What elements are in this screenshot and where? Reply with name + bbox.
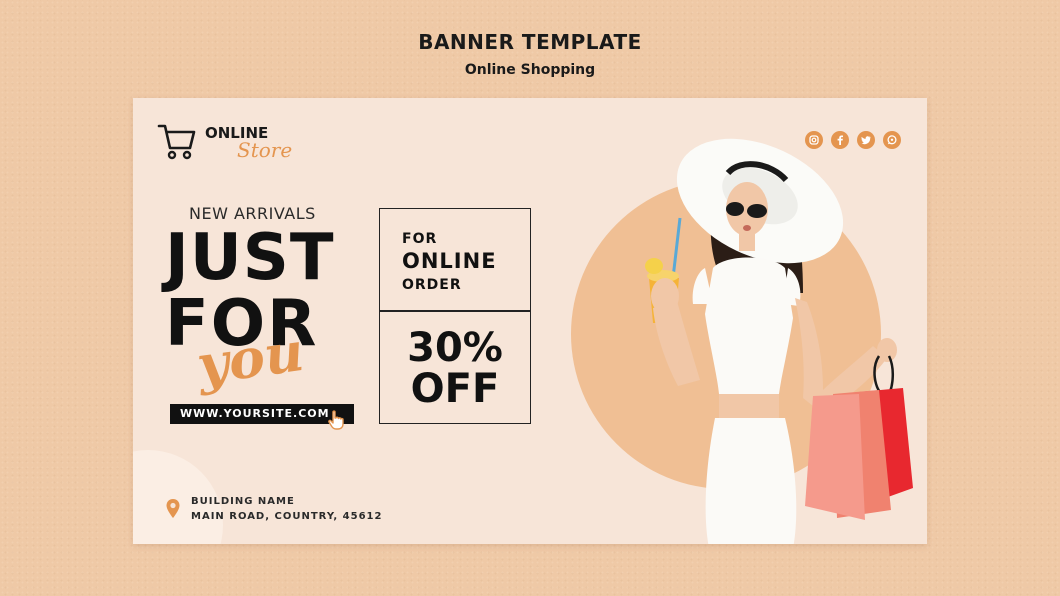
promo-for: FOR xyxy=(402,231,438,247)
shopping-cart-icon xyxy=(157,124,196,160)
promo-online: ONLINE xyxy=(402,249,497,273)
logo-text-store: Store xyxy=(237,138,293,162)
page-header: BANNER TEMPLATE Online Shopping xyxy=(0,30,1060,78)
headline-script-you: you xyxy=(193,318,308,398)
headline-just: JUST xyxy=(165,221,335,295)
address-line-1: BUILDING NAME xyxy=(191,496,295,507)
address-line-2: MAIN ROAD, COUNTRY, 45612 xyxy=(191,511,383,522)
header-title: BANNER TEMPLATE xyxy=(418,30,642,54)
website-text: WWW.YOURSITE.COM xyxy=(180,407,330,420)
store-logo[interactable]: ONLINE Store xyxy=(157,122,307,166)
banner: ONLINE Store NEW ARRIVALS JUST FOR you W… xyxy=(133,98,927,544)
promo-order: ORDER xyxy=(402,277,462,293)
hand-pointer-icon xyxy=(328,410,344,430)
model-photo xyxy=(645,138,913,544)
header-subtitle: Online Shopping xyxy=(464,62,596,78)
location-pin-icon xyxy=(166,499,180,518)
